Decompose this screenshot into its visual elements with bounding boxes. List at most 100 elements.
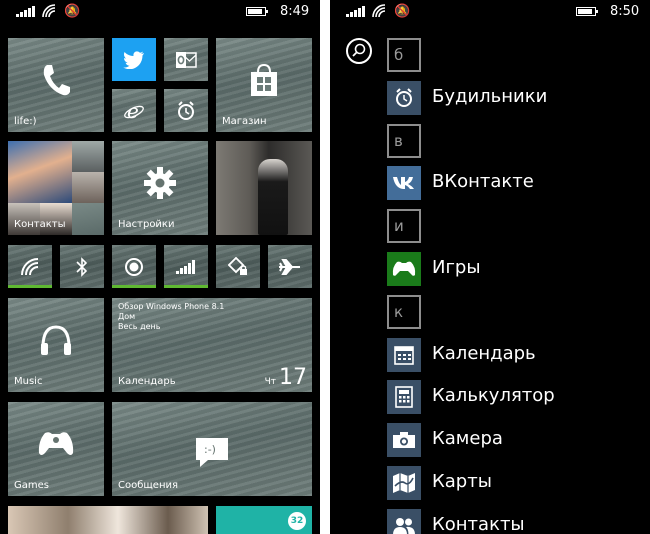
calendar-event: Обзор Windows Phone 8.1 Дом Весь день — [118, 302, 224, 332]
phone-label: life:) — [14, 116, 37, 127]
people-tile[interactable]: Контакты — [8, 141, 104, 235]
app-item-contacts[interactable]: Контакты — [387, 509, 637, 534]
battery-icon — [246, 7, 268, 16]
messaging-tile[interactable]: :-) Сообщения — [112, 402, 312, 496]
calendar-tile[interactable]: Обзор Windows Phone 8.1 Дом Весь день Ка… — [112, 298, 312, 392]
alarm-clock-icon — [178, 100, 194, 120]
photo-tile[interactable] — [216, 141, 312, 235]
gear-icon — [144, 167, 176, 200]
letter-group-v[interactable]: в — [387, 124, 421, 158]
people-icon — [387, 509, 421, 534]
calendar-weekday: Чт — [264, 377, 276, 387]
camera-icon — [387, 423, 421, 457]
store-bag-icon — [251, 64, 277, 97]
message-bubble-icon: :-) — [196, 438, 228, 467]
status-bar: 🔕 8:50 — [330, 0, 650, 24]
toggle-on-indicator — [112, 285, 156, 288]
bluetooth-toggle-tile[interactable] — [60, 245, 104, 288]
calendar-date: Чт 17 — [265, 365, 307, 390]
phone-icon — [43, 65, 70, 96]
search-icon — [352, 43, 366, 57]
location-icon — [125, 257, 143, 276]
calendar-label: Календарь — [118, 376, 176, 387]
app-label-calculator: Калькулятор — [432, 385, 555, 406]
status-bar: 🔕 8:49 — [0, 0, 320, 24]
headphones-icon — [41, 325, 71, 356]
app-item-alarms[interactable]: Будильники — [387, 81, 637, 115]
store-tile[interactable]: Магазин — [216, 38, 312, 132]
letter-group-b[interactable]: б — [387, 38, 421, 72]
app-item-games[interactable]: Игры — [387, 252, 637, 286]
quiet-hours-icon: 🔕 — [64, 4, 81, 19]
toggle-on-indicator — [8, 285, 52, 288]
twitter-bird-icon — [123, 50, 144, 69]
app-label-games: Игры — [432, 257, 481, 278]
battery-icon — [576, 7, 598, 16]
wifi-icon — [42, 4, 56, 18]
outlook-icon — [176, 51, 197, 68]
app-label-alarms: Будильники — [432, 86, 548, 107]
bluetooth-icon — [76, 256, 88, 277]
app-item-calendar[interactable]: Календарь — [387, 338, 637, 372]
music-label: Music — [14, 376, 43, 387]
app-item-calculator[interactable]: Калькулятор — [387, 380, 637, 414]
contacts-label: Контакты — [14, 219, 66, 230]
app-list-screen: 🔕 8:50 б Будильники в ВКонтакте и Игры к… — [330, 0, 650, 534]
start-screen: 🔕 8:49 life:) e Магазин Контакты Настрой… — [0, 0, 320, 534]
games-tile[interactable]: Games — [8, 402, 104, 496]
cellular-signal-icon — [176, 259, 195, 274]
toggle-on-indicator — [164, 285, 208, 288]
signal-icon — [16, 6, 36, 17]
app-item-camera[interactable]: Камера — [387, 423, 637, 457]
app-item-vk[interactable]: ВКонтакте — [387, 166, 637, 200]
wifi-toggle-tile[interactable] — [8, 245, 52, 288]
clock: 8:49 — [280, 4, 310, 19]
app-label-camera: Камера — [432, 428, 503, 449]
games-label: Games — [14, 480, 49, 491]
xbox-games-icon — [387, 252, 421, 286]
settings-tile[interactable]: Настройки — [112, 141, 208, 235]
cellular-toggle-tile[interactable] — [164, 245, 208, 288]
phone-tile[interactable]: life:) — [8, 38, 104, 132]
alarm-tile[interactable] — [164, 89, 208, 132]
vk-logo-icon — [387, 166, 421, 200]
app-label-vk: ВКонтакте — [432, 171, 534, 192]
notification-count-badge: 32 — [288, 512, 306, 530]
wifi-icon — [372, 4, 386, 18]
calendar-day-number: 17 — [279, 365, 307, 390]
event-time: Весь день — [118, 322, 161, 331]
photos-hub-tile[interactable] — [8, 506, 208, 534]
letter-group-i[interactable]: и — [387, 209, 421, 243]
calculator-icon — [387, 380, 421, 414]
internet-explorer-icon: e — [124, 101, 144, 121]
wifi-icon — [21, 257, 39, 275]
rotation-lock-toggle-tile[interactable] — [216, 245, 260, 288]
outlook-tile[interactable] — [164, 38, 208, 81]
alarm-clock-icon — [387, 81, 421, 115]
svg-text::-): :-) — [204, 443, 216, 456]
event-location: Дом — [118, 312, 136, 321]
event-title: Обзор Windows Phone 8.1 — [118, 302, 225, 311]
app-label-maps: Карты — [432, 471, 492, 492]
store-updates-tile[interactable]: 32 — [216, 506, 312, 534]
rotation-lock-icon — [228, 256, 247, 275]
clock: 8:50 — [610, 4, 640, 19]
app-label-calendar: Календарь — [432, 343, 536, 364]
letter-group-k[interactable]: к — [387, 295, 421, 329]
app-item-maps[interactable]: Карты — [387, 466, 637, 500]
maps-icon — [387, 466, 421, 500]
music-tile[interactable]: Music — [8, 298, 104, 392]
settings-label: Настройки — [118, 219, 175, 230]
airplane-icon — [279, 258, 300, 275]
messages-label: Сообщения — [118, 480, 179, 491]
gamepad-icon — [38, 432, 74, 456]
twitter-tile[interactable] — [112, 38, 156, 81]
signal-icon — [346, 6, 366, 17]
quiet-hours-icon: 🔕 — [394, 4, 411, 19]
internet-explorer-tile[interactable]: e — [112, 89, 156, 132]
search-button[interactable] — [346, 38, 372, 64]
location-toggle-tile[interactable] — [112, 245, 156, 288]
airplane-mode-toggle-tile[interactable] — [268, 245, 312, 288]
photo-image — [258, 159, 288, 235]
calendar-icon — [387, 338, 421, 372]
